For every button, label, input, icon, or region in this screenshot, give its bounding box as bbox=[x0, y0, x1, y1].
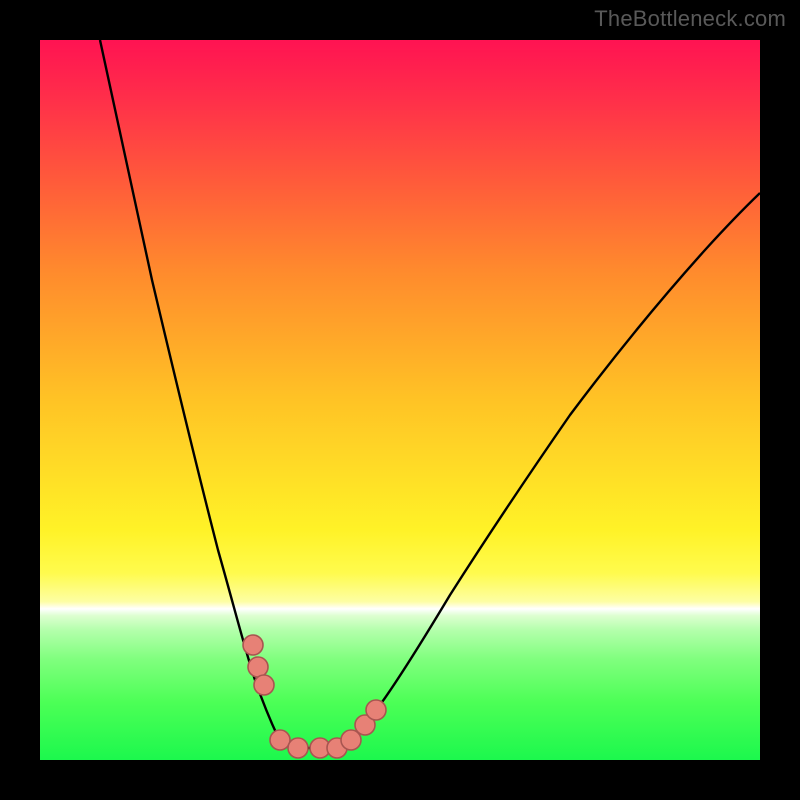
bead-point bbox=[243, 635, 263, 655]
bead-point bbox=[254, 675, 274, 695]
bead-group bbox=[243, 635, 386, 758]
bead-point bbox=[366, 700, 386, 720]
watermark-text: TheBottleneck.com bbox=[594, 6, 786, 32]
bead-point bbox=[248, 657, 268, 677]
bead-layer bbox=[40, 40, 760, 760]
bead-point bbox=[270, 730, 290, 750]
plot-area bbox=[40, 40, 760, 760]
bead-point bbox=[288, 738, 308, 758]
chart-container: TheBottleneck.com bbox=[0, 0, 800, 800]
